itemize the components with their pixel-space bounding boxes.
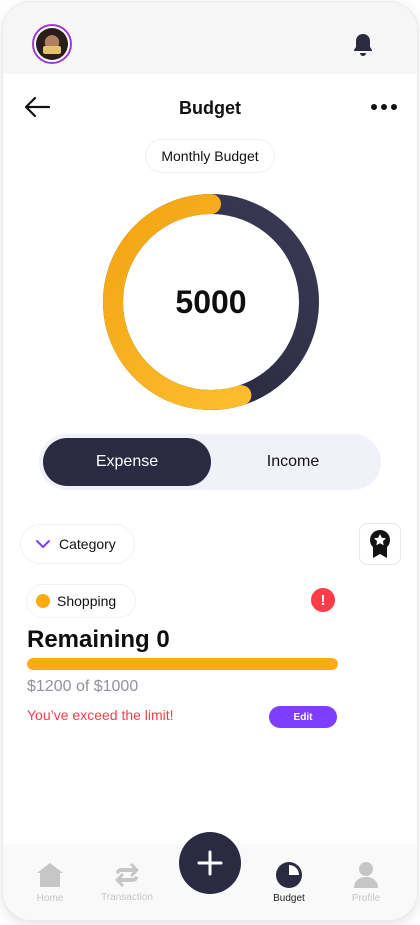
- category-label: Category: [59, 536, 116, 552]
- header: Budget: [3, 86, 417, 130]
- period-label: Monthly Budget: [161, 148, 259, 164]
- tab-home-label: Home: [36, 892, 64, 904]
- category-dropdown[interactable]: Category: [20, 524, 135, 564]
- category-color-dot: [36, 594, 50, 608]
- avatar[interactable]: [32, 24, 72, 64]
- tab-profile[interactable]: Profile: [326, 844, 406, 920]
- tab-transaction[interactable]: Transaction: [87, 844, 167, 920]
- plus-icon: [197, 850, 223, 876]
- avatar-photo: [36, 28, 68, 60]
- remaining-amount: Remaining 0: [27, 626, 170, 653]
- limit-warning: You’ve exceed the limit!: [27, 707, 174, 723]
- budget-total: 5000: [175, 283, 247, 320]
- edit-button[interactable]: Edit: [269, 706, 337, 728]
- phone-screen: Budget Monthly Budget 5000 Expense Incom…: [3, 2, 417, 920]
- budget-progress-fill: [27, 658, 338, 670]
- budget-progress-bar: [27, 658, 338, 670]
- award-button[interactable]: [359, 523, 401, 565]
- tab-budget[interactable]: Budget: [249, 844, 329, 920]
- bell-icon[interactable]: [351, 32, 375, 58]
- tab-transaction-label: Transaction: [101, 891, 153, 903]
- spent-of-budget: $1200 of $1000: [27, 678, 139, 695]
- alert-icon: !: [311, 588, 335, 612]
- period-selector[interactable]: Monthly Budget: [145, 139, 275, 173]
- pie-chart-icon: [276, 861, 302, 888]
- expense-tab[interactable]: Expense: [43, 438, 211, 486]
- chevron-down-icon: [36, 540, 50, 548]
- add-button[interactable]: [179, 832, 241, 894]
- income-tab[interactable]: Income: [209, 438, 377, 486]
- user-icon: [354, 861, 378, 888]
- category-chip: Shopping: [26, 584, 136, 618]
- transaction-icon: [115, 862, 139, 887]
- top-bar: [3, 2, 417, 74]
- type-toggle: Expense Income: [39, 434, 381, 490]
- award-ribbon-icon: [370, 530, 390, 558]
- page-title: Budget: [179, 98, 241, 118]
- tab-budget-label: Budget: [273, 892, 305, 904]
- home-icon: [37, 862, 63, 887]
- tab-profile-label: Profile: [351, 892, 381, 904]
- tab-home[interactable]: Home: [10, 844, 90, 920]
- category-chip-label: Shopping: [57, 593, 117, 609]
- more-horizontal-icon[interactable]: [370, 98, 398, 116]
